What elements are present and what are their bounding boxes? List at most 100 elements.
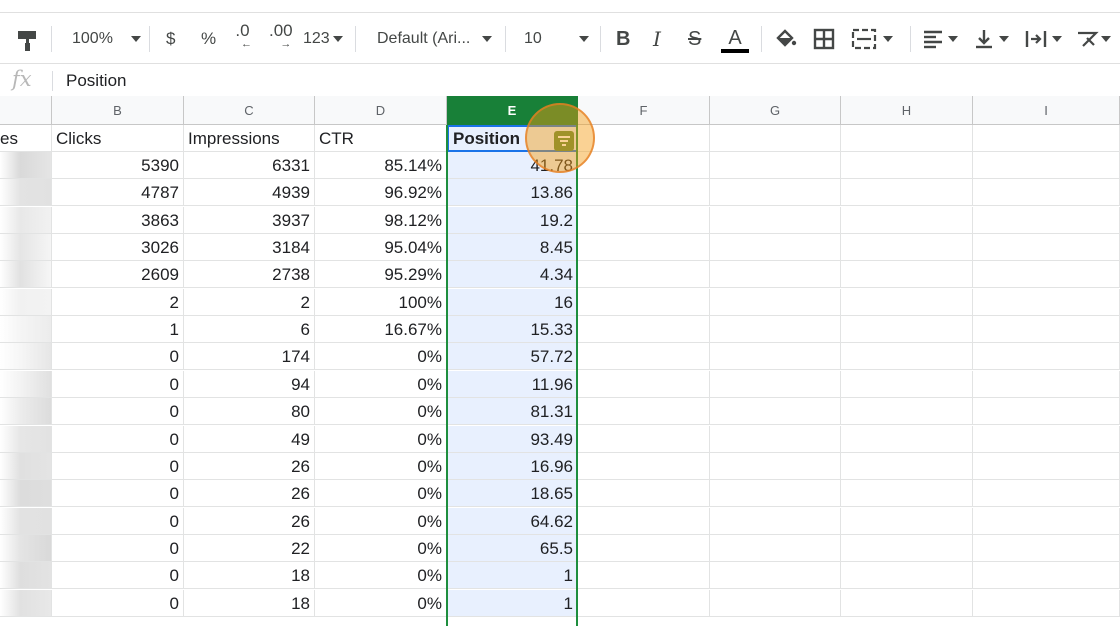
cell-empty-g[interactable] [710, 179, 841, 206]
cell-ctr[interactable]: 0% [315, 426, 447, 453]
cell-empty-i[interactable] [973, 343, 1120, 370]
cell-empty-g[interactable] [710, 480, 841, 507]
cell-ctr[interactable]: 0% [315, 398, 447, 425]
cell-position[interactable]: 19.2 [447, 207, 578, 234]
cell-clicks[interactable]: 5390 [52, 152, 184, 179]
cell-impressions[interactable]: 18 [184, 590, 315, 617]
cell-ctr[interactable]: 0% [315, 453, 447, 480]
cell-position[interactable]: 65.5 [447, 535, 578, 562]
cell-empty-f[interactable] [578, 234, 710, 261]
increase-decimal-button[interactable]: .00 → [269, 22, 293, 56]
cell-position[interactable]: 18.65 [447, 480, 578, 507]
cell-impressions[interactable]: 174 [184, 343, 315, 370]
cell-ctr[interactable]: 85.14% [315, 152, 447, 179]
column-header-f[interactable]: F [578, 96, 710, 125]
cell-empty-f[interactable] [578, 398, 710, 425]
cell-empty-f[interactable] [578, 562, 710, 589]
cell-a1[interactable]: es [0, 125, 52, 152]
cell-ctr[interactable]: 95.04% [315, 234, 447, 261]
strikethrough-button[interactable]: S [688, 22, 701, 56]
blurred-cell[interactable] [0, 152, 52, 179]
cell-empty-h[interactable] [841, 398, 973, 425]
horizontal-align-button[interactable] [922, 22, 958, 56]
cell-header-impressions[interactable]: Impressions [184, 125, 315, 152]
cell-clicks[interactable]: 0 [52, 590, 184, 617]
cell-position[interactable]: 81.31 [447, 398, 578, 425]
cell-empty-f[interactable] [578, 480, 710, 507]
cell-ctr[interactable]: 0% [315, 590, 447, 617]
cell-empty-g[interactable] [710, 398, 841, 425]
column-header-h[interactable]: H [841, 96, 973, 125]
column-header-a[interactable] [0, 96, 52, 125]
more-formats-button[interactable]: 123 [303, 22, 343, 56]
decrease-decimal-button[interactable]: .0 ← [233, 22, 252, 56]
cell-empty-h[interactable] [841, 343, 973, 370]
cell-clicks[interactable]: 0 [52, 371, 184, 398]
cell-empty-g[interactable] [710, 343, 841, 370]
blurred-cell[interactable] [0, 535, 52, 562]
cell-empty-i[interactable] [973, 371, 1120, 398]
cell-impressions[interactable]: 94 [184, 371, 315, 398]
blurred-cell[interactable] [0, 508, 52, 535]
fill-color-button[interactable] [774, 22, 798, 56]
blurred-cell[interactable] [0, 371, 52, 398]
text-wrapping-button[interactable] [1024, 22, 1062, 56]
cell-empty-f[interactable] [578, 371, 710, 398]
cell-empty-i[interactable] [973, 508, 1120, 535]
currency-format-button[interactable]: $ [166, 22, 175, 56]
cell-empty-h[interactable] [841, 289, 973, 316]
cell-header-clicks[interactable]: Clicks [52, 125, 184, 152]
blurred-cell[interactable] [0, 343, 52, 370]
blurred-cell[interactable] [0, 480, 52, 507]
cell-clicks[interactable]: 0 [52, 453, 184, 480]
formula-input[interactable]: Position [66, 71, 126, 91]
cell-position[interactable]: 4.34 [447, 261, 578, 288]
text-color-button[interactable]: A [721, 24, 749, 58]
cell-empty-f[interactable] [578, 152, 710, 179]
cell-empty-g[interactable] [710, 562, 841, 589]
blurred-cell[interactable] [0, 590, 52, 617]
cell-empty-i[interactable] [973, 426, 1120, 453]
column-header-i[interactable]: I [973, 96, 1120, 125]
cell-impressions[interactable]: 80 [184, 398, 315, 425]
cell-position[interactable]: 8.45 [447, 234, 578, 261]
cell-clicks[interactable]: 4787 [52, 179, 184, 206]
cell-header-ctr[interactable]: CTR [315, 125, 447, 152]
cell-empty-g[interactable] [710, 453, 841, 480]
cell-ctr[interactable]: 95.29% [315, 261, 447, 288]
cell-empty-i[interactable] [973, 234, 1120, 261]
cell-position[interactable]: 13.86 [447, 179, 578, 206]
cell-empty-g[interactable] [710, 426, 841, 453]
cell-empty-h[interactable] [841, 152, 973, 179]
cell-empty-h[interactable] [841, 234, 973, 261]
column-header-d[interactable]: D [315, 96, 447, 125]
cell-f1[interactable] [578, 125, 710, 152]
blurred-cell[interactable] [0, 316, 52, 343]
cell-impressions[interactable]: 4939 [184, 179, 315, 206]
cell-impressions[interactable]: 26 [184, 480, 315, 507]
cell-empty-f[interactable] [578, 179, 710, 206]
cell-impressions[interactable]: 3937 [184, 207, 315, 234]
cell-empty-h[interactable] [841, 508, 973, 535]
cell-empty-i[interactable] [973, 316, 1120, 343]
cell-ctr[interactable]: 98.12% [315, 207, 447, 234]
cell-empty-f[interactable] [578, 261, 710, 288]
cell-empty-g[interactable] [710, 508, 841, 535]
cell-position[interactable]: 93.49 [447, 426, 578, 453]
cell-impressions[interactable]: 22 [184, 535, 315, 562]
cell-position[interactable]: 15.33 [447, 316, 578, 343]
text-rotation-button[interactable] [1075, 22, 1111, 56]
cell-clicks[interactable]: 1 [52, 316, 184, 343]
cell-position[interactable]: 57.72 [447, 343, 578, 370]
cell-empty-i[interactable] [973, 480, 1120, 507]
cell-empty-g[interactable] [710, 371, 841, 398]
cell-impressions[interactable]: 6 [184, 316, 315, 343]
cell-empty-g[interactable] [710, 261, 841, 288]
column-header-g[interactable]: G [710, 96, 841, 125]
cell-empty-f[interactable] [578, 426, 710, 453]
font-size-select[interactable]: 10 [524, 22, 589, 56]
blurred-cell[interactable] [0, 453, 52, 480]
cell-empty-i[interactable] [973, 152, 1120, 179]
cell-position[interactable]: 64.62 [447, 508, 578, 535]
cell-empty-g[interactable] [710, 289, 841, 316]
